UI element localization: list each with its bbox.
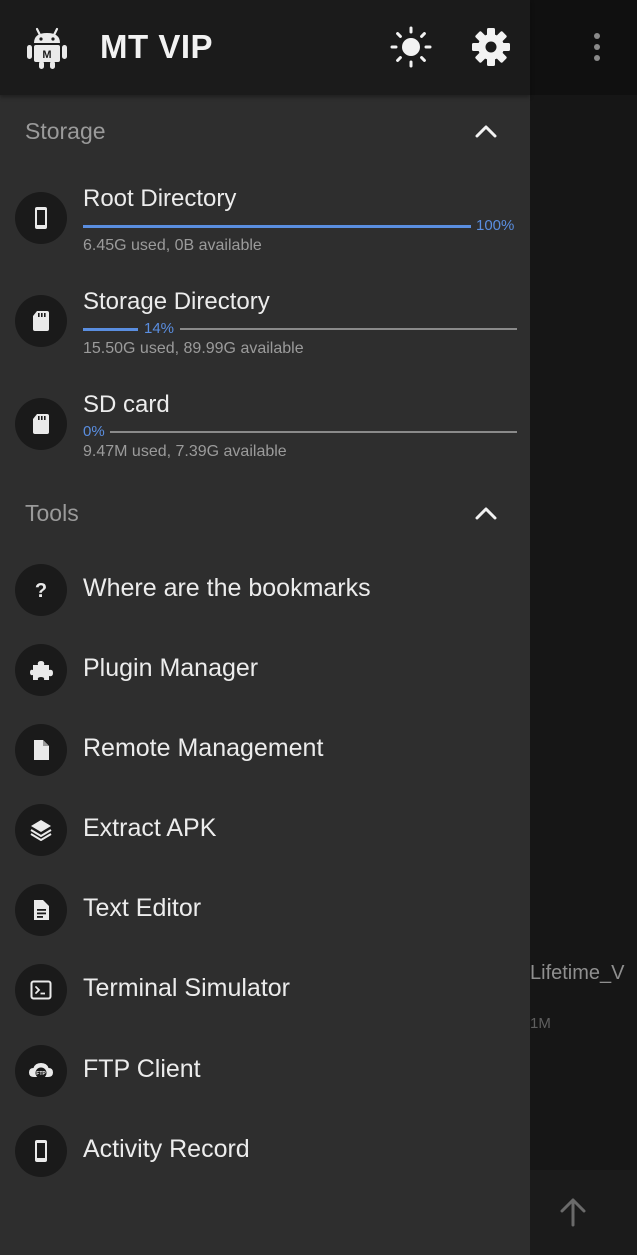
terminal-icon xyxy=(15,964,67,1016)
storage-section-header[interactable]: Storage xyxy=(0,101,530,161)
chevron-up-icon[interactable] xyxy=(471,499,501,529)
storage-item-sd-card[interactable]: SD card 0% 9.47M used, 7.39G available xyxy=(0,391,530,491)
tool-label: Where are the bookmarks xyxy=(83,574,371,602)
chevron-up-icon[interactable] xyxy=(471,117,501,147)
tool-item-extract-apk[interactable]: Extract APK xyxy=(0,790,530,870)
storage-usage-text: 9.47M used, 7.39G available xyxy=(83,443,287,460)
storage-usage-bar: 0% xyxy=(83,423,517,441)
usage-bar-used xyxy=(83,328,138,331)
usage-bar-used xyxy=(83,225,471,228)
screen: Lifetime_V 1M M MT VIP Storage Root Dire… xyxy=(0,0,637,1255)
tools-section-title: Tools xyxy=(25,500,79,526)
tool-item-remote-management[interactable]: Remote Management xyxy=(0,710,530,790)
android-app-icon: M xyxy=(27,27,67,69)
tool-label: Extract APK xyxy=(83,814,217,842)
app-title: MT VIP xyxy=(100,28,214,65)
tool-label: Terminal Simulator xyxy=(83,974,291,1002)
drawer-header: M MT VIP xyxy=(0,0,530,95)
tool-item-ftp-client[interactable]: FTP FTP Client xyxy=(0,1031,530,1111)
question-icon: ? xyxy=(15,564,67,616)
svg-text:M: M xyxy=(42,49,51,61)
storage-usage-text: 6.45G used, 0B available xyxy=(83,237,262,254)
tool-label: Remote Management xyxy=(83,734,324,762)
puzzle-icon xyxy=(15,644,67,696)
usage-bar-free xyxy=(180,328,517,330)
background-file-name[interactable]: Lifetime_V xyxy=(530,962,625,985)
storage-section-title: Storage xyxy=(25,118,106,144)
phone-icon xyxy=(15,192,67,244)
storage-item-storage-directory[interactable]: Storage Directory 14% 15.50G used, 89.99… xyxy=(0,288,530,388)
tool-item-terminal-simulator[interactable]: Terminal Simulator xyxy=(0,950,530,1030)
arrow-up-icon[interactable] xyxy=(556,1195,590,1229)
sd-card-icon xyxy=(15,398,67,450)
brightness-icon[interactable] xyxy=(390,25,432,69)
storage-usage-bar: 100% xyxy=(83,217,517,235)
svg-text:FTP: FTP xyxy=(36,1071,46,1077)
usage-percent: 0% xyxy=(83,423,105,440)
tool-item-activity-record[interactable]: Activity Record xyxy=(0,1111,530,1191)
layers-icon xyxy=(15,804,67,856)
storage-name: Root Directory xyxy=(83,185,237,212)
tool-item-text-editor[interactable]: Text Editor xyxy=(0,870,530,950)
tool-label: Plugin Manager xyxy=(83,654,259,682)
tools-section-header[interactable]: Tools xyxy=(0,483,530,543)
document-icon xyxy=(15,884,67,936)
svg-text:?: ? xyxy=(35,580,47,602)
tool-item-plugin-manager[interactable]: Plugin Manager xyxy=(0,630,530,710)
navigation-drawer: M MT VIP Storage Root Directory 100% 6.4… xyxy=(0,0,530,1255)
storage-name: Storage Directory xyxy=(83,288,270,315)
tool-label: FTP Client xyxy=(83,1055,201,1083)
tool-item-bookmarks[interactable]: ? Where are the bookmarks xyxy=(0,550,530,630)
storage-item-root-directory[interactable]: Root Directory 100% 6.45G used, 0B avail… xyxy=(0,185,530,285)
ftp-cloud-icon: FTP xyxy=(15,1045,67,1097)
file-icon xyxy=(15,724,67,776)
more-options-icon[interactable] xyxy=(580,28,614,66)
storage-usage-text: 15.50G used, 89.99G available xyxy=(83,340,304,357)
tool-label: Text Editor xyxy=(83,894,202,922)
background-file-size: 1M xyxy=(530,1015,551,1032)
usage-bar-free xyxy=(110,431,517,433)
sd-card-icon xyxy=(15,295,67,347)
tool-label: Activity Record xyxy=(83,1135,250,1163)
settings-gear-icon[interactable] xyxy=(470,25,512,69)
storage-name: SD card xyxy=(83,391,170,418)
usage-percent: 14% xyxy=(144,320,175,337)
storage-usage-bar: 14% xyxy=(83,320,517,338)
usage-percent: 100% xyxy=(476,217,515,234)
phone-icon xyxy=(15,1125,67,1177)
